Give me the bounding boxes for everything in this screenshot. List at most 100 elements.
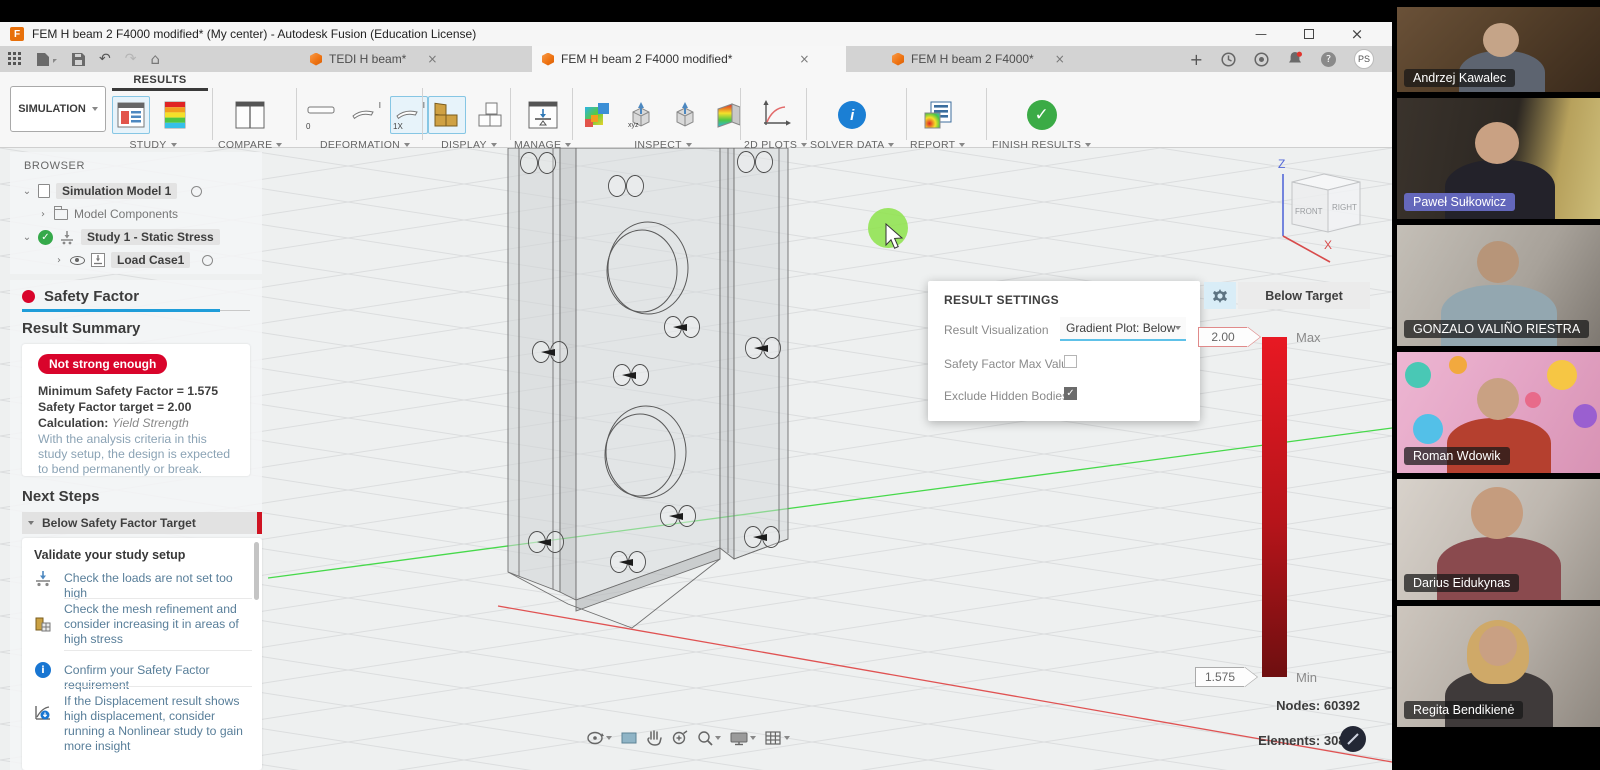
visibility-radio-icon[interactable] bbox=[191, 186, 202, 197]
tab-fem-h-beam[interactable]: FEM H beam 2 F4000* × bbox=[882, 46, 1168, 72]
display-elements-icon[interactable] bbox=[472, 96, 510, 134]
visualization-dropdown[interactable]: Gradient Plot: Below bbox=[1060, 317, 1186, 341]
result-settings-dialog: RESULT SETTINGS Result Visualization Gra… bbox=[928, 281, 1200, 421]
close-tab-icon[interactable]: × bbox=[427, 52, 437, 66]
redo-icon[interactable]: ↷ bbox=[125, 51, 137, 67]
tree-item-study-1[interactable]: ⌄ ✓ Study 1 - Static Stress bbox=[22, 228, 220, 246]
2d-plots-icon[interactable] bbox=[757, 96, 795, 134]
inspect-slice-plane-icon[interactable] bbox=[710, 96, 748, 134]
legend-mode-label[interactable]: Below Target bbox=[1238, 282, 1370, 309]
participant-tile[interactable]: Andrzej Kawalec bbox=[1397, 7, 1600, 92]
exclude-hidden-checkbox[interactable]: ✓ bbox=[1064, 387, 1077, 400]
workspace-label: SIMULATION bbox=[18, 103, 86, 115]
panel-scrollbar[interactable] bbox=[254, 542, 259, 600]
dialog-title: RESULT SETTINGS bbox=[944, 293, 1059, 307]
group-deformation: 0 I 1X I DEFORMATION bbox=[302, 94, 428, 151]
calculation-value: Yield Strength bbox=[112, 416, 189, 430]
chevron-right-icon[interactable]: › bbox=[54, 255, 64, 266]
x-axis-label: X bbox=[1324, 238, 1332, 252]
participant-tile[interactable]: Roman Wdowik bbox=[1397, 352, 1600, 473]
zoom-window-button[interactable] bbox=[697, 730, 721, 746]
job-status-icon[interactable] bbox=[1221, 52, 1236, 67]
report-icon[interactable] bbox=[919, 96, 957, 134]
tree-item-simulation-model[interactable]: ⌄ Simulation Model 1 bbox=[22, 182, 202, 200]
user-avatar[interactable]: PS bbox=[1354, 49, 1374, 69]
tree-item-load-case[interactable]: › Load Case1 bbox=[54, 251, 213, 269]
deformation-undeformed-icon[interactable]: 0 bbox=[302, 96, 340, 134]
study-legend-icon[interactable] bbox=[156, 96, 194, 134]
group-finish-results: ✓ FINISH RESULTS bbox=[992, 94, 1091, 151]
max-value-checkbox[interactable] bbox=[1064, 355, 1077, 368]
loads-icon bbox=[34, 570, 52, 588]
close-tab-icon[interactable]: × bbox=[799, 52, 809, 66]
window-controls: — × bbox=[1250, 22, 1368, 46]
display-mesh-icon[interactable] bbox=[428, 96, 466, 134]
inspect-gradient-icon[interactable] bbox=[578, 96, 616, 134]
folder-icon bbox=[54, 209, 68, 220]
notifications-bell-icon[interactable] bbox=[1287, 51, 1303, 67]
inspect-point-xyz-icon[interactable]: xyz bbox=[622, 96, 660, 134]
orbit-button[interactable] bbox=[586, 730, 612, 746]
help-icon[interactable]: ? bbox=[1321, 52, 1336, 67]
grid-settings-button[interactable] bbox=[765, 730, 790, 746]
solver-data-icon[interactable]: i bbox=[833, 96, 871, 134]
view-cube[interactable]: Z X FRONT RIGHT bbox=[1266, 150, 1376, 268]
browser-panel: BROWSER ⌄ Simulation Model 1 › Model Com… bbox=[10, 152, 262, 274]
next-step-link[interactable]: Check the loads are not set too high bbox=[64, 571, 252, 601]
chevron-right-icon[interactable]: › bbox=[38, 209, 48, 220]
next-step-link[interactable]: If the Displacement result shows high di… bbox=[64, 694, 256, 754]
xyz-label: xyz bbox=[628, 122, 639, 129]
participant-tile[interactable]: Regita Bendikienė bbox=[1397, 606, 1600, 727]
workspace-selector[interactable]: SIMULATION bbox=[10, 86, 106, 132]
inspect-probe-icon[interactable] bbox=[666, 96, 704, 134]
results-context-tab[interactable]: RESULTS bbox=[112, 74, 208, 86]
undo-icon[interactable]: ↶ bbox=[99, 51, 111, 67]
participant-silhouette bbox=[1477, 378, 1519, 420]
meeting-controls-icon[interactable] bbox=[1340, 726, 1366, 752]
study-report-icon[interactable] bbox=[112, 96, 150, 134]
save-icon[interactable] bbox=[72, 53, 85, 66]
zoom-button[interactable] bbox=[671, 730, 688, 746]
next-step-link[interactable]: Check the mesh refinement and consider i… bbox=[64, 602, 252, 647]
close-button[interactable]: × bbox=[1346, 25, 1368, 43]
max-value: 2.00 bbox=[1211, 330, 1234, 344]
visibility-radio-icon[interactable] bbox=[202, 255, 213, 266]
manage-icon[interactable] bbox=[524, 96, 562, 134]
next-step-link[interactable]: Confirm your Safety Factor requirement bbox=[64, 663, 256, 693]
legend-settings-button[interactable] bbox=[1204, 282, 1236, 309]
tab-fem-h-beam-modified[interactable]: FEM H beam 2 F4000 modified* × bbox=[532, 46, 846, 72]
finish-results-icon[interactable]: ✓ bbox=[1023, 96, 1061, 134]
background-ball bbox=[1405, 362, 1431, 388]
display-settings-button[interactable] bbox=[730, 731, 756, 746]
summary-note: With the analysis criteria in this study… bbox=[38, 432, 236, 477]
legend-min-tag[interactable]: 1.575 bbox=[1195, 667, 1245, 687]
deformation-actual-icon[interactable]: I bbox=[346, 96, 384, 134]
extensions-icon[interactable] bbox=[1254, 52, 1269, 67]
collapse-caret-icon[interactable] bbox=[28, 521, 34, 525]
chevron-down-icon[interactable]: ⌄ bbox=[22, 232, 32, 243]
app-grid-icon[interactable] bbox=[8, 52, 22, 66]
item-divider bbox=[64, 686, 252, 687]
participant-tile[interactable]: GONZALO VALIÑO RIESTRA bbox=[1397, 225, 1600, 346]
tree-item-label: Model Components bbox=[74, 207, 178, 221]
home-icon[interactable]: ⌂ bbox=[150, 50, 160, 68]
eye-visibility-icon[interactable] bbox=[70, 256, 85, 265]
browser-title: BROWSER bbox=[24, 160, 85, 172]
close-tab-icon[interactable]: × bbox=[1055, 52, 1065, 66]
minimize-button[interactable]: — bbox=[1250, 25, 1272, 43]
legend-max-tag[interactable]: 2.00 bbox=[1198, 327, 1248, 347]
participant-tile[interactable]: Paweł Sułkowicz bbox=[1397, 98, 1600, 219]
chevron-down-icon[interactable]: ⌄ bbox=[22, 186, 32, 197]
participant-tile[interactable]: Darius Eidukynas bbox=[1397, 479, 1600, 600]
maximize-button[interactable] bbox=[1298, 25, 1320, 43]
tree-item-model-components[interactable]: › Model Components bbox=[38, 205, 178, 223]
caret-down-icon bbox=[565, 143, 571, 147]
tab-tedi-h-beam[interactable]: TEDI H beam* × bbox=[300, 46, 528, 72]
file-menu-icon[interactable] bbox=[36, 52, 58, 67]
compare-icon[interactable] bbox=[231, 96, 269, 134]
new-tab-icon[interactable]: + bbox=[1190, 50, 1203, 69]
pan-button[interactable] bbox=[646, 730, 662, 746]
look-at-button[interactable] bbox=[621, 731, 637, 745]
below-target-group-row[interactable]: Below Safety Factor Target bbox=[22, 512, 262, 534]
viewport-canvas[interactable]: Z X FRONT RIGHT RESULT SETTINGS Result V… bbox=[0, 148, 1392, 770]
